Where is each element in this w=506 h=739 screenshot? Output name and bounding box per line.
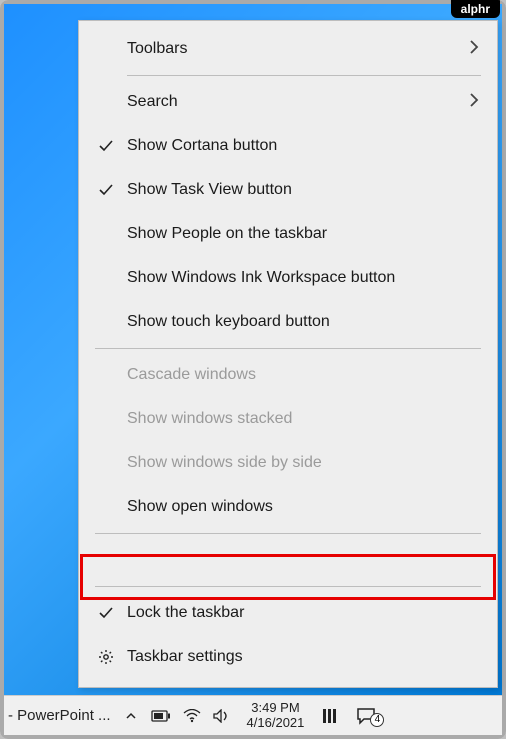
menu-item-stacked: Show windows stacked xyxy=(79,397,497,441)
menu-item-show-open-windows[interactable]: Show open windows xyxy=(79,485,497,529)
menu-label: Show windows side by side xyxy=(121,454,479,472)
menu-label: Taskbar settings xyxy=(121,648,479,666)
notification-count-badge: 4 xyxy=(370,713,384,727)
menu-label: Show People on the taskbar xyxy=(121,225,479,243)
menu-item-lock-taskbar[interactable]: Lock the taskbar xyxy=(79,591,497,635)
menu-label: Show Task View button xyxy=(121,181,479,199)
menu-item-show-cortana[interactable]: Show Cortana button xyxy=(79,124,497,168)
menu-item-show-taskview[interactable]: Show Task View button xyxy=(79,168,497,212)
menu-item-show-people[interactable]: Show People on the taskbar xyxy=(79,212,497,256)
taskbar-app-powerpoint[interactable]: - PowerPoint ... xyxy=(4,696,115,735)
menu-label: Show Cortana button xyxy=(121,137,479,155)
taskbar[interactable]: - PowerPoint ... 3:49 PM 4/16/2021 4 xyxy=(4,695,502,735)
system-tray xyxy=(143,709,239,723)
alphr-badge: alphr xyxy=(451,0,500,18)
menu-item-side-by-side: Show windows side by side xyxy=(79,441,497,485)
menu-label: Show Windows Ink Workspace button xyxy=(121,269,479,287)
clock-date: 4/16/2021 xyxy=(247,716,305,731)
clock-time: 3:49 PM xyxy=(247,701,305,716)
menu-item-toolbars[interactable]: Toolbars xyxy=(79,27,497,71)
taskbar-context-menu: Toolbars Search Show Cortana button Show… xyxy=(78,20,498,688)
menu-label: Search xyxy=(121,93,469,111)
separator xyxy=(127,75,481,76)
menu-item-show-touch-keyboard[interactable]: Show touch keyboard button xyxy=(79,300,497,344)
menu-item-search[interactable]: Search xyxy=(79,80,497,124)
menu-label: Show open windows xyxy=(121,498,479,516)
menu-item-taskbar-settings[interactable]: Taskbar settings xyxy=(79,635,497,679)
menu-label: Lock the taskbar xyxy=(121,604,479,622)
taskbar-clock[interactable]: 3:49 PM 4/16/2021 xyxy=(239,701,313,731)
separator xyxy=(95,348,481,349)
action-center-icon[interactable]: 4 xyxy=(346,707,386,725)
checkmark-icon xyxy=(91,182,121,198)
battery-icon[interactable] xyxy=(151,710,171,722)
menu-label: Show touch keyboard button xyxy=(121,313,479,331)
chevron-right-icon xyxy=(469,39,479,60)
menu-item-cascade: Cascade windows xyxy=(79,353,497,397)
screenshot-frame: alphr Toolbars Search Show Cortana butto… xyxy=(0,0,506,739)
app-icon[interactable] xyxy=(312,707,346,725)
checkmark-icon xyxy=(91,605,121,621)
menu-label: Show windows stacked xyxy=(121,410,479,428)
separator xyxy=(95,586,481,587)
menu-item-show-ink[interactable]: Show Windows Ink Workspace button xyxy=(79,256,497,300)
menu-label: Cascade windows xyxy=(121,366,479,384)
wifi-icon[interactable] xyxy=(183,709,201,723)
volume-icon[interactable] xyxy=(213,709,231,723)
separator xyxy=(95,533,481,534)
tray-show-hidden-icon[interactable] xyxy=(119,710,143,722)
chevron-right-icon xyxy=(469,92,479,113)
menu-label: Toolbars xyxy=(121,40,469,58)
gear-icon xyxy=(91,649,121,665)
checkmark-icon xyxy=(91,138,121,154)
